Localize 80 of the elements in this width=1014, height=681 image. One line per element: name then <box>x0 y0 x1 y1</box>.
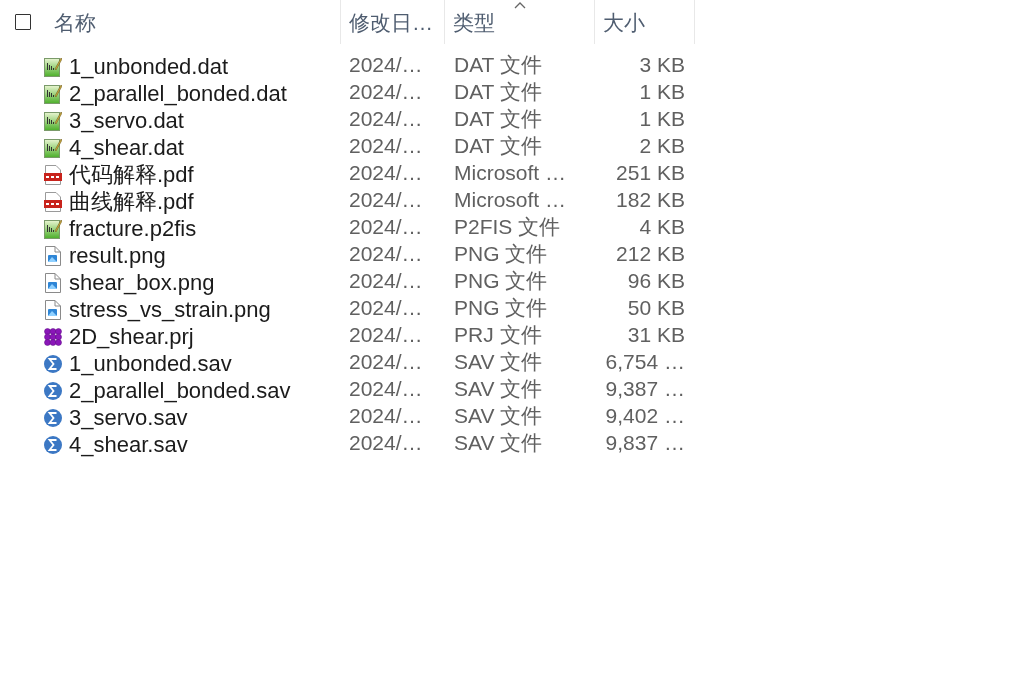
column-header[interactable]: 大小 <box>603 11 645 33</box>
file-name[interactable]: 3_servo.dat <box>69 109 184 132</box>
modified-date: 2024/… <box>349 107 423 130</box>
select-all-checkbox[interactable] <box>15 14 31 30</box>
notepad-chart-icon <box>44 56 62 77</box>
file-name[interactable]: shear_box.png <box>69 271 215 294</box>
file-type: Microsoft … <box>454 161 566 184</box>
file-size: 1 KB <box>639 80 685 103</box>
file-name[interactable]: fracture.p2fis <box>69 217 197 240</box>
file-type: DAT 文件 <box>454 134 542 157</box>
file-size: 9,837 … <box>605 431 685 454</box>
file-size: 50 KB <box>627 296 685 319</box>
file-size: 182 KB <box>616 188 685 211</box>
modified-date: 2024/… <box>349 323 423 346</box>
file-type: SAV 文件 <box>454 350 543 373</box>
file-name[interactable]: 3_servo.sav <box>69 406 188 429</box>
file-size: 212 KB <box>616 242 685 265</box>
file-name[interactable]: 1_unbonded.sav <box>69 352 232 375</box>
sigma-icon <box>44 434 62 455</box>
modified-date: 2024/… <box>349 161 423 184</box>
modified-date: 2024/… <box>349 350 423 373</box>
modified-date: 2024/… <box>349 188 423 211</box>
file-name[interactable]: 2D_shear.prj <box>69 325 194 348</box>
file-size: 31 KB <box>627 323 685 346</box>
image-file-icon <box>44 245 62 266</box>
file-size: 4 KB <box>639 215 685 238</box>
file-name[interactable]: 1_unbonded.dat <box>69 55 229 78</box>
file-type: DAT 文件 <box>454 80 542 103</box>
dot-cluster-icon <box>44 326 62 347</box>
file-type: P2FIS 文件 <box>454 215 561 238</box>
notepad-chart-icon <box>44 83 62 104</box>
file-name[interactable]: 2_parallel_bonded.sav <box>69 379 291 402</box>
file-size: 9,387 … <box>605 377 685 400</box>
notepad-chart-icon <box>44 110 62 131</box>
file-type: SAV 文件 <box>454 377 543 400</box>
column-header[interactable]: 修改日… <box>349 11 433 33</box>
column-header[interactable]: 名称 <box>54 11 96 33</box>
file-name[interactable]: 代码解释.pdf <box>69 163 194 186</box>
file-type: PNG 文件 <box>454 242 548 265</box>
file-name[interactable]: 4_shear.sav <box>69 433 188 456</box>
modified-date: 2024/… <box>349 80 423 103</box>
notepad-chart-icon <box>44 218 62 239</box>
file-type: PNG 文件 <box>454 269 548 292</box>
file-type: PNG 文件 <box>454 296 548 319</box>
file-name[interactable]: stress_vs_strain.png <box>69 298 271 321</box>
modified-date: 2024/… <box>349 296 423 319</box>
column-header[interactable]: 类型 <box>453 11 495 33</box>
file-size: 9,402 … <box>605 404 685 427</box>
file-size: 6,754 … <box>605 350 685 373</box>
modified-date: 2024/… <box>349 404 423 427</box>
modified-date: 2024/… <box>349 215 423 238</box>
pdf-file-icon <box>44 164 62 185</box>
modified-date: 2024/… <box>349 134 423 157</box>
file-size: 3 KB <box>639 53 685 76</box>
sigma-icon <box>44 407 62 428</box>
file-name[interactable]: 曲线解释.pdf <box>69 190 194 213</box>
sigma-icon <box>44 353 62 374</box>
image-file-icon <box>44 272 62 293</box>
sigma-icon <box>44 380 62 401</box>
pdf-file-icon <box>44 191 62 212</box>
file-size: 1 KB <box>639 107 685 130</box>
file-size: 251 KB <box>616 161 685 184</box>
file-name[interactable]: result.png <box>69 244 166 267</box>
file-type: SAV 文件 <box>454 404 543 427</box>
file-type: PRJ 文件 <box>454 323 542 346</box>
modified-date: 2024/… <box>349 431 423 454</box>
modified-date: 2024/… <box>349 242 423 265</box>
modified-date: 2024/… <box>349 53 423 76</box>
notepad-chart-icon <box>44 137 62 158</box>
file-name[interactable]: 2_parallel_bonded.dat <box>69 82 287 105</box>
modified-date: 2024/… <box>349 269 423 292</box>
file-size: 96 KB <box>627 269 685 292</box>
file-type: SAV 文件 <box>454 431 543 454</box>
file-type: Microsoft … <box>454 188 566 211</box>
file-size: 2 KB <box>639 134 685 157</box>
modified-date: 2024/… <box>349 377 423 400</box>
image-file-icon <box>44 299 62 320</box>
file-type: DAT 文件 <box>454 53 542 76</box>
file-name[interactable]: 4_shear.dat <box>69 136 184 159</box>
file-type: DAT 文件 <box>454 107 542 130</box>
